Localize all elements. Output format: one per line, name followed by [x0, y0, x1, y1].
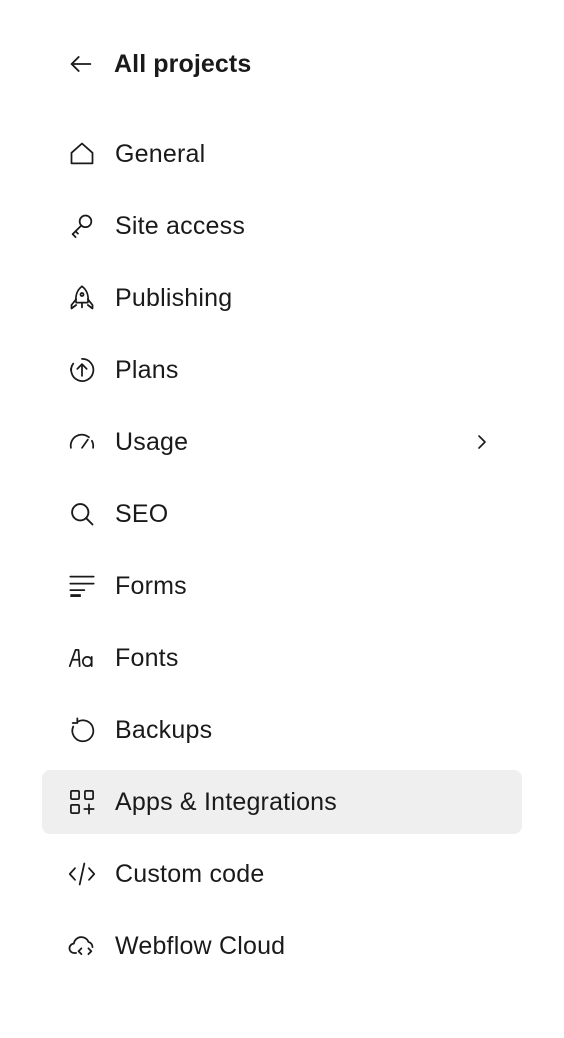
- rocket-icon: [67, 283, 97, 313]
- nav-item-label: SEO: [115, 499, 169, 528]
- nav-item-webflow-cloud[interactable]: Webflow Cloud: [42, 914, 522, 978]
- back-to-all-projects[interactable]: All projects: [66, 44, 251, 84]
- key-icon: [67, 211, 97, 241]
- nav-item-label: Apps & Integrations: [115, 787, 337, 816]
- apps-add-icon: [67, 787, 97, 817]
- form-lines-icon: [67, 571, 97, 601]
- home-icon: [67, 139, 97, 169]
- back-label: All projects: [114, 49, 252, 78]
- chevron-right-icon: [472, 430, 492, 454]
- nav-item-label: Publishing: [115, 283, 233, 312]
- nav-item-label: Site access: [115, 211, 246, 240]
- nav-item-label: Webflow Cloud: [115, 931, 286, 960]
- nav-item-label: Usage: [115, 427, 189, 456]
- nav-item-forms[interactable]: Forms: [42, 554, 522, 618]
- arrow-left-icon: [66, 49, 96, 79]
- search-icon: [67, 499, 97, 529]
- nav-item-site-access[interactable]: Site access: [42, 194, 522, 258]
- nav-item-usage[interactable]: Usage: [42, 410, 522, 474]
- settings-sidebar: General Site access Publishing Plans Usa…: [42, 122, 522, 986]
- nav-item-label: General: [115, 139, 206, 168]
- nav-item-label: Custom code: [115, 859, 265, 888]
- nav-item-plans[interactable]: Plans: [42, 338, 522, 402]
- restore-icon: [67, 715, 97, 745]
- nav-item-label: Plans: [115, 355, 179, 384]
- gauge-icon: [67, 427, 97, 457]
- nav-item-general[interactable]: General: [42, 122, 522, 186]
- nav-item-publishing[interactable]: Publishing: [42, 266, 522, 330]
- upgrade-circle-icon: [67, 355, 97, 385]
- cloud-code-icon: [67, 931, 97, 961]
- nav-item-fonts[interactable]: Fonts: [42, 626, 522, 690]
- nav-item-label: Fonts: [115, 643, 179, 672]
- nav-item-apps-integrations[interactable]: Apps & Integrations: [42, 770, 522, 834]
- nav-item-label: Forms: [115, 571, 187, 600]
- font-aa-icon: [67, 643, 97, 673]
- code-icon: [67, 859, 97, 889]
- nav-item-seo[interactable]: SEO: [42, 482, 522, 546]
- nav-item-backups[interactable]: Backups: [42, 698, 522, 762]
- nav-item-custom-code[interactable]: Custom code: [42, 842, 522, 906]
- nav-item-label: Backups: [115, 715, 213, 744]
